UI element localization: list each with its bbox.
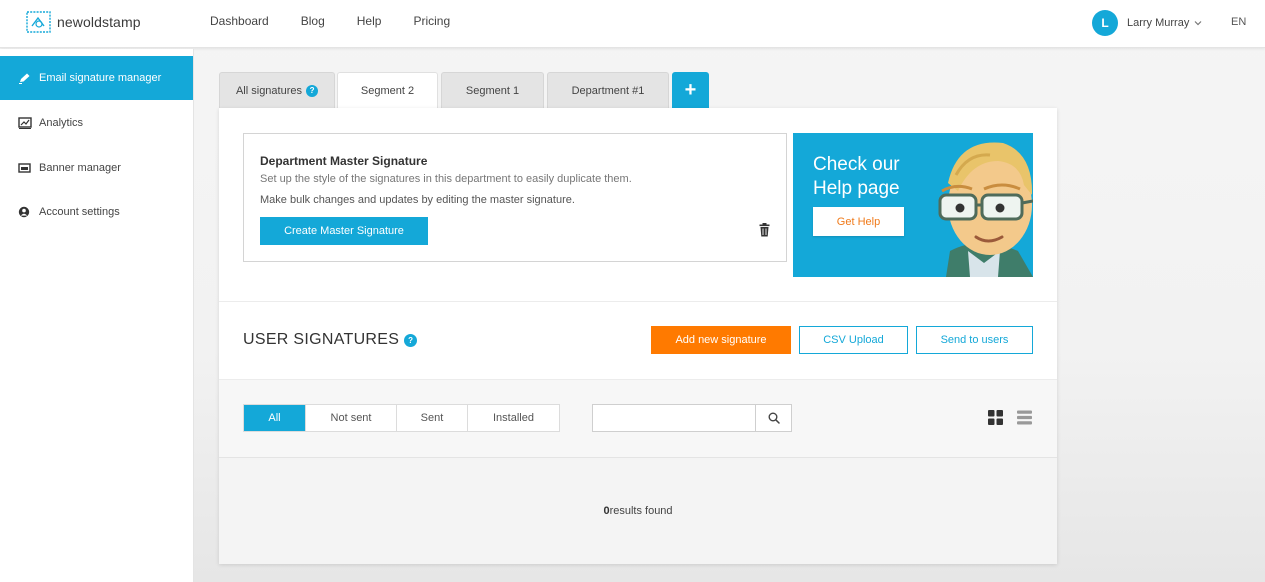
user-icon	[18, 206, 30, 218]
tab-department-1[interactable]: Department #1	[547, 72, 669, 108]
top-bar: newoldstamp Dashboard Blog Help Pricing …	[0, 0, 1265, 48]
master-signature-hint: Make bulk changes and updates by editing…	[260, 194, 575, 206]
user-name: Larry Murray	[1127, 17, 1190, 29]
filter-not-sent[interactable]: Not sent	[306, 405, 397, 431]
sidebar-item-label: Analytics	[39, 117, 84, 129]
master-signature-card: Department Master Signature Set up the s…	[243, 133, 787, 262]
tab-segment-1[interactable]: Segment 1	[441, 72, 544, 108]
filter-all[interactable]: All	[244, 405, 306, 431]
sidebar-item-banner-manager[interactable]: Banner manager	[0, 146, 193, 190]
help-promo-card: Check our Help page Get Help	[793, 133, 1033, 277]
tab-segment-2[interactable]: Segment 2	[337, 72, 438, 109]
chevron-down-icon	[1194, 21, 1202, 26]
logo[interactable]: newoldstamp	[26, 11, 141, 33]
filter-installed[interactable]: Installed	[468, 405, 559, 431]
status-filter-group: All Not sent Sent Installed	[243, 404, 560, 432]
tab-label: All signatures	[235, 84, 303, 97]
get-help-button[interactable]: Get Help	[813, 207, 904, 236]
search-icon	[768, 412, 780, 424]
nav-dashboard[interactable]: Dashboard	[210, 14, 269, 28]
banner-icon	[18, 163, 31, 173]
tab-label: Segment 1	[465, 84, 520, 97]
search-box	[592, 404, 792, 432]
csv-upload-button[interactable]: CSV Upload	[799, 326, 908, 354]
user-signatures-title: USER SIGNATURES	[243, 331, 400, 348]
sidebar: Email signature manager Analytics Banner…	[0, 49, 194, 582]
brand-name: newoldstamp	[57, 14, 141, 30]
sidebar-item-email-signature-manager[interactable]: Email signature manager	[0, 56, 193, 100]
list-view-icon[interactable]	[1017, 410, 1032, 425]
results-text: results found	[609, 505, 673, 517]
results-area: 0results found	[219, 458, 1057, 564]
tab-label: Department #1	[571, 84, 645, 97]
main-nav: Dashboard Blog Help Pricing	[210, 14, 482, 28]
chart-icon	[18, 117, 32, 129]
grid-view-icon[interactable]	[988, 410, 1003, 425]
results-message: 0results found	[219, 505, 1057, 517]
nav-pricing[interactable]: Pricing	[413, 14, 450, 28]
help-question-icon[interactable]: ?	[306, 84, 319, 97]
sidebar-item-label: Banner manager	[39, 162, 121, 174]
search-button[interactable]	[755, 405, 791, 431]
help-promo-title: Check our Help page	[813, 154, 900, 199]
tab-label: Segment 2	[360, 85, 415, 97]
search-input[interactable]	[593, 405, 755, 431]
master-signature-title: Department Master Signature	[260, 154, 428, 168]
add-tab-button[interactable]: +	[672, 72, 709, 108]
pen-icon	[19, 73, 30, 84]
filter-bar: All Not sent Sent Installed	[219, 380, 1057, 457]
avatar: L	[1092, 10, 1118, 36]
logo-stamp-icon	[26, 11, 51, 33]
send-to-users-button[interactable]: Send to users	[916, 326, 1033, 354]
sidebar-item-analytics[interactable]: Analytics	[0, 101, 193, 145]
language-selector[interactable]: EN	[1231, 16, 1246, 28]
section-divider	[219, 301, 1057, 302]
filter-sent[interactable]: Sent	[397, 405, 468, 431]
plus-icon: +	[684, 78, 697, 101]
tab-all-signatures[interactable]: All signatures ?	[219, 72, 335, 108]
add-new-signature-button[interactable]: Add new signature	[651, 326, 791, 354]
master-signature-description: Set up the style of the signatures in th…	[260, 173, 632, 185]
nav-help[interactable]: Help	[357, 14, 382, 28]
sidebar-item-account-settings[interactable]: Account settings	[0, 190, 193, 234]
main-panel: Department Master Signature Set up the s…	[219, 108, 1057, 564]
mascot-illustration	[938, 142, 1033, 277]
nav-blog[interactable]: Blog	[301, 14, 325, 28]
user-menu[interactable]: L Larry Murray	[1092, 10, 1202, 36]
help-question-icon[interactable]: ?	[404, 333, 418, 347]
sidebar-item-label: Email signature manager	[39, 72, 162, 84]
create-master-signature-button[interactable]: Create Master Signature	[260, 217, 428, 245]
trash-icon[interactable]	[759, 223, 770, 237]
user-signatures-heading: USER SIGNATURES ?	[243, 331, 418, 349]
sidebar-item-label: Account settings	[39, 206, 120, 218]
